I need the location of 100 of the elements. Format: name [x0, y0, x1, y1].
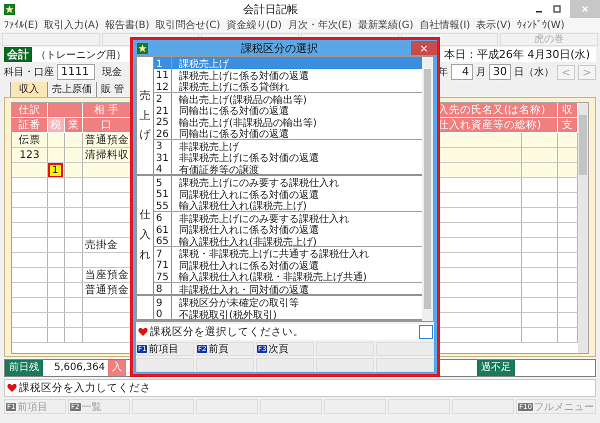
- close-button[interactable]: [570, 0, 600, 18]
- table-cell: [65, 328, 83, 343]
- table-cell: [522, 148, 558, 163]
- month-unit: 月: [476, 66, 486, 79]
- summary-label: 前日残: [5, 360, 43, 376]
- column-header: 支: [558, 118, 578, 133]
- table-cell: [522, 328, 558, 343]
- menu-item[interactable]: 取引問合せ(C): [155, 18, 220, 32]
- menu-item[interactable]: 月次・年次(E): [288, 18, 352, 32]
- balance-value: 5,606,364: [53, 361, 106, 375]
- table-cell: [65, 133, 83, 148]
- menu-item[interactable]: ｳｨﾝﾄﾞｳ(W): [516, 19, 565, 31]
- table-cell: [65, 178, 83, 193]
- table-cell: [12, 223, 48, 238]
- function-key-button[interactable]: [136, 358, 194, 372]
- table-cell: [65, 253, 83, 268]
- today-date: 本日：平成26年 4月30日(水): [444, 47, 590, 62]
- table-cell: [522, 313, 558, 328]
- function-key-button[interactable]: [256, 358, 314, 372]
- menu-item[interactable]: 取引入力(A): [44, 18, 99, 32]
- table-cell: [48, 328, 65, 343]
- function-key-button[interactable]: [196, 358, 254, 372]
- table-cell: 伝票: [12, 133, 48, 148]
- menu-item[interactable]: 表示(V): [476, 18, 511, 32]
- table-cell: [522, 223, 558, 238]
- prompt-message: 課税区分を選択してください。: [150, 325, 304, 339]
- account-label: 科目・口座: [4, 66, 54, 79]
- group-label: 売上げ: [140, 88, 150, 144]
- close-button[interactable]: ×: [411, 41, 437, 55]
- window-title: 会計日記帳: [243, 2, 298, 16]
- table-cell: [12, 193, 48, 208]
- scrollbar[interactable]: [422, 57, 433, 321]
- table-cell: [48, 298, 65, 313]
- menu-item[interactable]: ﾌｧｲﾙ(E): [4, 19, 38, 31]
- table-cell: [12, 313, 48, 328]
- account-name: 現金: [102, 66, 122, 79]
- month-field[interactable]: 4: [451, 64, 473, 80]
- scrollbar[interactable]: [578, 103, 588, 353]
- input-field[interactable]: [419, 325, 433, 339]
- table-cell: [12, 208, 48, 223]
- table-cell: [65, 208, 83, 223]
- table-cell: [522, 133, 558, 148]
- table-cell: [12, 253, 48, 268]
- table-cell: [65, 268, 83, 283]
- table-cell: [65, 223, 83, 238]
- table-cell: 清掃料収: [83, 148, 131, 163]
- tax-code-field[interactable]: 1: [48, 163, 63, 177]
- table-cell: [558, 133, 578, 148]
- maximize-icon[interactable]: [552, 4, 562, 14]
- menu-item[interactable]: 資金繰り(D): [226, 18, 282, 32]
- table-cell: [65, 193, 83, 208]
- table-cell: [48, 208, 65, 223]
- list-item[interactable]: 3 非課税売上げ: [154, 140, 422, 151]
- table-cell: [522, 238, 558, 253]
- column-header: 収: [558, 103, 578, 118]
- day-field[interactable]: 30: [489, 64, 511, 80]
- column-header: 口: [83, 118, 131, 133]
- mode-label: （トレーニング用）: [36, 48, 126, 62]
- table-cell: [48, 283, 65, 298]
- heart-icon: [7, 383, 17, 393]
- table-cell: [83, 163, 131, 178]
- account-code-field[interactable]: 1111: [57, 64, 95, 80]
- table-cell: [48, 133, 65, 148]
- table-cell: [522, 178, 558, 193]
- menu-item[interactable]: 自社情報(I): [419, 18, 470, 32]
- close-icon: [580, 4, 590, 14]
- column-header: 仕訳: [12, 103, 48, 118]
- table-cell: 123: [12, 148, 48, 163]
- table-cell: [558, 163, 578, 178]
- table-cell: [522, 163, 558, 178]
- status-message: 課税区分を入力してくださ: [19, 381, 151, 395]
- table-cell: 普通預金: [83, 133, 131, 148]
- column-header: 業: [65, 118, 83, 133]
- summary-label: 過不足: [477, 360, 515, 376]
- table-cell: [522, 208, 558, 223]
- tab[interactable]: 収入: [10, 82, 47, 97]
- table-cell: [522, 253, 558, 268]
- table-cell: [48, 238, 65, 253]
- table-cell: [65, 148, 83, 163]
- table-cell: [12, 283, 48, 298]
- table-cell: [12, 328, 48, 343]
- function-key-button[interactable]: [316, 358, 374, 372]
- column-header: 税: [48, 118, 65, 133]
- table-cell: [65, 238, 83, 253]
- summary-label: 入: [108, 360, 126, 376]
- dialog-title: 課税区分の選択: [241, 40, 318, 56]
- weekday-label: 日（水）: [514, 66, 554, 79]
- column-header: 証番: [12, 118, 48, 133]
- table-cell: [65, 313, 83, 328]
- table-cell: [12, 298, 48, 313]
- table-cell: [12, 178, 48, 193]
- table-cell: [522, 283, 558, 298]
- table-cell: [65, 283, 83, 298]
- function-key-button[interactable]: [376, 358, 434, 372]
- mode-badge: 会計: [4, 47, 32, 62]
- menu-item[interactable]: 最新業績(G): [358, 18, 414, 32]
- menu-item[interactable]: 報告書(B): [104, 18, 150, 32]
- table-cell: [48, 223, 65, 238]
- table-cell: [48, 253, 65, 268]
- table-cell: [12, 238, 48, 253]
